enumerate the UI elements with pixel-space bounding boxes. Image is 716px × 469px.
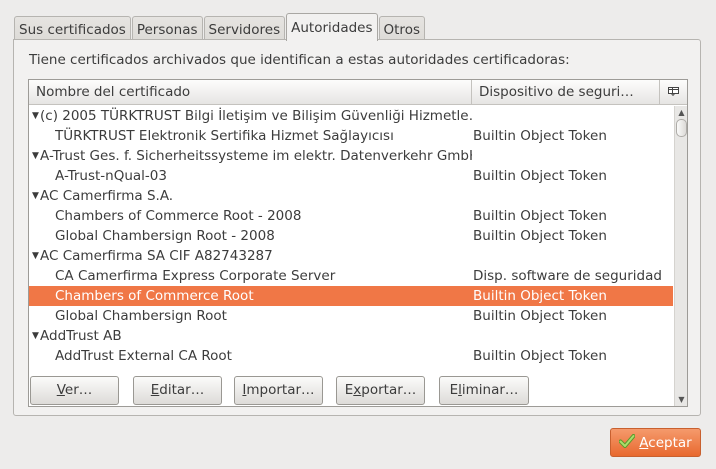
tree-row[interactable]: TÜRKTRUST Elektronik Sertifika Hizmet Sa… [29,126,673,146]
security-device-cell: Builtin Object Token [473,208,607,224]
certificate-name-cell: TÜRKTRUST Elektronik Sertifika Hizmet Sa… [55,126,495,146]
view-button[interactable]: Ver… [30,376,119,405]
column-header-name[interactable]: Nombre del certificado [29,80,472,104]
certificate-name: AC Camerfirma SA CIF A82743287 [40,248,273,264]
certificate-name-cell: Global Chambersign Root - 2008 [55,226,495,246]
tab-authorities[interactable]: Autoridades [286,13,378,41]
certificate-name-cell: A-Trust-nQual-03 [55,166,495,186]
certificate-name: A-Trust Ges. f. Sicherheitssysteme im el… [40,148,472,164]
certificate-name-cell: ▼A-Trust Ges. f. Sicherheitssysteme im e… [32,146,472,166]
security-device-cell: Disp. software de seguridad [473,268,662,284]
security-device-cell: Builtin Object Token [473,288,607,304]
security-device-cell: Builtin Object Token [473,228,607,244]
tree-row[interactable]: Chambers of Commerce Root Builtin Object … [29,286,673,306]
tree-header: Nombre del certificado Dispositivo de se… [29,80,687,105]
security-device-cell: Builtin Object Token [473,168,607,184]
tree-group-row[interactable]: ▼(c) 2005 TÜRKTRUST Bilgi İletişim ve Bi… [29,106,673,126]
triangle-down-icon[interactable]: ▼ [32,246,40,266]
certificate-name: (c) 2005 TÜRKTRUST Bilgi İletişim ve Bil… [40,108,472,124]
tab-label: Sus certificados [19,22,126,38]
tree-group-row[interactable]: ▼AC Camerfirma SA CIF A82743287 [29,246,673,266]
tree-row[interactable]: CA Camerfirma Express Corporate Server Di… [29,266,673,286]
certificate-name-cell: CA Camerfirma Express Corporate Server [55,266,495,286]
tab-label: Personas [136,22,198,38]
tree-group-row[interactable]: ▼AddTrust AB [29,326,673,346]
checkmark-icon [618,433,636,452]
tab-label: Otros [383,22,420,38]
scroll-down-icon[interactable]: ▼ [675,393,688,406]
tab-panel: Tiene certificados archivados que identi… [13,39,701,416]
edit-button[interactable]: Editar… [133,376,222,405]
certificate-name-cell: AddTrust External CA Root [55,346,495,366]
certificate-name-cell: ▼AddTrust AB [32,326,472,346]
tab-label: Servidores [208,22,281,38]
certificate-tree[interactable]: Nombre del certificado Dispositivo de se… [28,79,688,407]
tab-bar: Sus certificados Personas Servidores Aut… [14,13,426,43]
scrollbar-thumb[interactable] [676,119,687,137]
tree-group-row[interactable]: ▼AC Camerfirma S.A. [29,186,673,206]
tree-row[interactable]: AddTrust External CA Root Builtin Object … [29,346,673,366]
certificate-name: CA Camerfirma Express Corporate Server [55,268,336,284]
tree-row[interactable]: A-Trust-nQual-03 Builtin Object Token [29,166,673,186]
certificate-name: Chambers of Commerce Root - 2008 [55,208,302,224]
certificate-name-cell: ▼AC Camerfirma S.A. [32,186,472,206]
vertical-scrollbar[interactable]: ▲ ▼ [674,106,687,406]
description-text: Tiene certificados archivados que identi… [29,52,570,68]
certificate-name: AddTrust External CA Root [55,348,232,364]
certificate-name-cell: Chambers of Commerce Root - 2008 [55,206,495,226]
export-button[interactable]: Exportar… [336,376,425,405]
certificate-name-cell: ▼(c) 2005 TÜRKTRUST Bilgi İletişim ve Bi… [32,106,472,126]
security-device-cell: Builtin Object Token [473,308,607,324]
security-device-cell: Builtin Object Token [473,348,607,364]
certificate-name: AddTrust AB [40,328,122,344]
certificate-name-cell: Chambers of Commerce Root [55,286,495,306]
certificate-name: Chambers of Commerce Root [55,288,254,304]
triangle-down-icon[interactable]: ▼ [32,186,40,206]
column-picker-icon[interactable] [660,80,687,104]
accept-button[interactable]: Aceptar [610,428,701,457]
tab-label: Autoridades [291,19,373,36]
certificate-name: A-Trust-nQual-03 [55,168,167,184]
tree-row[interactable]: Global Chambersign Root - 2008 Builtin Ob… [29,226,673,246]
tree-row[interactable]: Global Chambersign Root Builtin Object To… [29,306,673,326]
certificate-name: AC Camerfirma S.A. [40,188,174,204]
tree-rows: ▼(c) 2005 TÜRKTRUST Bilgi İletişim ve Bi… [29,106,673,366]
triangle-down-icon[interactable]: ▼ [32,106,40,126]
import-button[interactable]: Importar… [234,376,323,405]
delete-button[interactable]: Eliminar… [439,376,529,405]
triangle-down-icon[interactable]: ▼ [32,146,40,166]
column-header-device[interactable]: Dispositivo de seguri… [472,80,660,104]
certificate-name: TÜRKTRUST Elektronik Sertifika Hizmet Sa… [55,128,394,144]
tree-row[interactable]: Chambers of Commerce Root - 2008 Builtin … [29,206,673,226]
security-device-cell: Builtin Object Token [473,128,607,144]
certificate-name-cell: ▼AC Camerfirma SA CIF A82743287 [32,246,472,266]
certificate-name-cell: Global Chambersign Root [55,306,495,326]
accept-label: Aceptar [639,434,692,451]
scroll-up-icon[interactable]: ▲ [675,106,688,119]
triangle-down-icon[interactable]: ▼ [32,326,40,346]
certificate-name: Global Chambersign Root - 2008 [55,228,275,244]
certificate-name: Global Chambersign Root [55,308,227,324]
tree-group-row[interactable]: ▼A-Trust Ges. f. Sicherheitssysteme im e… [29,146,673,166]
